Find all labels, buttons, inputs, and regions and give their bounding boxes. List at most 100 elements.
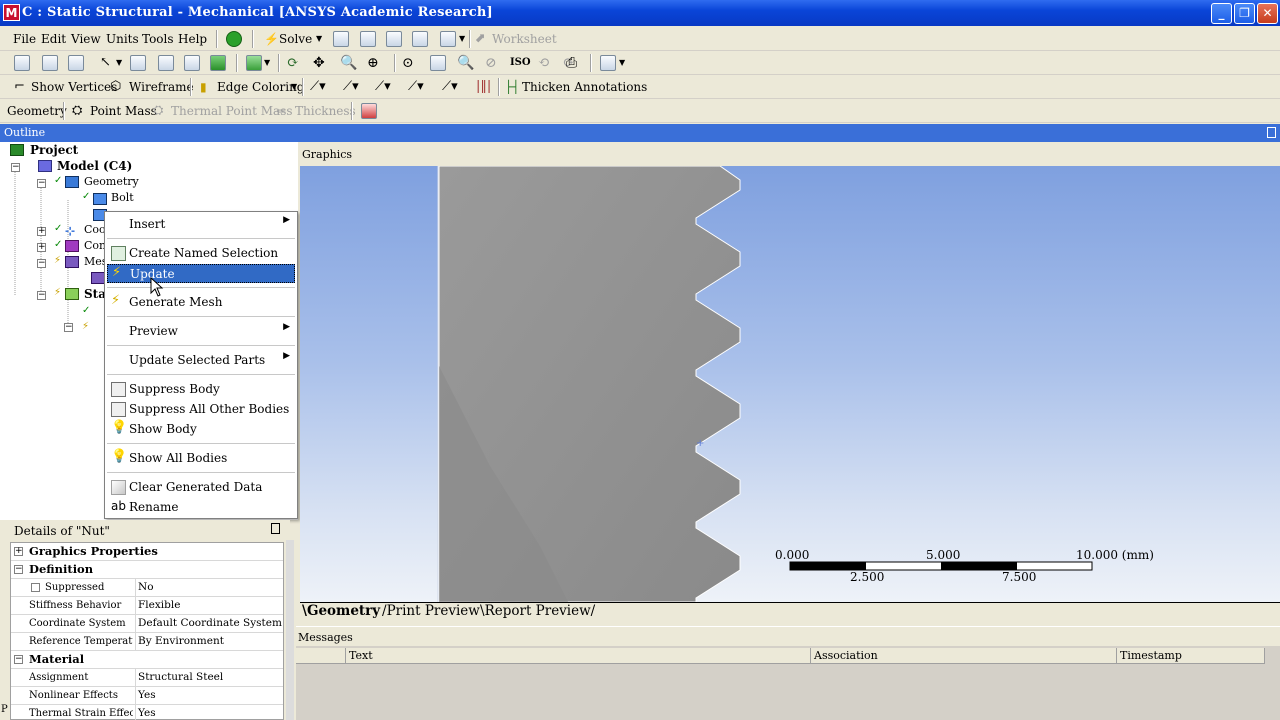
collapse-model-icon[interactable]: − bbox=[11, 163, 20, 172]
tree-project[interactable]: Project bbox=[30, 142, 78, 158]
pan-icon[interactable]: ✥ bbox=[313, 55, 325, 71]
suppressed-checkbox[interactable] bbox=[31, 583, 40, 592]
column-association[interactable]: Association bbox=[811, 648, 1117, 664]
image-icon[interactable] bbox=[440, 31, 456, 47]
solve-dropdown-icon[interactable]: ▼ bbox=[316, 31, 322, 47]
wireframe-button[interactable]: Wireframe bbox=[129, 79, 194, 95]
pointer-dropdown-icon[interactable]: ▼ bbox=[116, 55, 122, 71]
menu-item-clear-generated-data[interactable]: Clear Generated Data bbox=[107, 478, 295, 497]
menu-item-show-body[interactable]: 💡 Show Body bbox=[107, 420, 295, 439]
minimize-button[interactable]: _ bbox=[1211, 3, 1232, 24]
thickness-button[interactable]: Thickness bbox=[295, 103, 356, 119]
tree-static-structural[interactable]: Sta bbox=[84, 286, 106, 302]
tree-connections[interactable]: Con bbox=[84, 238, 106, 254]
collapse-mesh-icon[interactable]: − bbox=[37, 259, 46, 268]
details-row-nonlinear[interactable]: Nonlinear Effects Yes bbox=[11, 687, 283, 705]
menu-item-create-named-selection[interactable]: Create Named Selection bbox=[107, 244, 295, 263]
chart-icon[interactable] bbox=[386, 31, 402, 47]
cube-icon[interactable] bbox=[246, 55, 262, 71]
vertex-select-icon[interactable] bbox=[130, 55, 146, 71]
probe-icon[interactable] bbox=[333, 31, 349, 47]
zoom-to-fit-icon[interactable]: ⊙ bbox=[402, 55, 414, 71]
menu-item-insert[interactable]: Insert ▶ bbox=[107, 215, 295, 234]
select-extend-icon[interactable] bbox=[42, 55, 58, 71]
details-row-coordinate-system[interactable]: Coordinate System Default Coordinate Sys… bbox=[11, 615, 283, 633]
edge-style-4-icon[interactable]: ⟋▾ bbox=[408, 79, 424, 95]
thicken-annotations-button[interactable]: Thicken Annotations bbox=[522, 79, 647, 95]
solve-button[interactable]: Solve bbox=[279, 31, 312, 47]
menu-units[interactable]: Units bbox=[106, 31, 139, 47]
menu-edit[interactable]: Edit bbox=[41, 31, 66, 47]
tree-geometry[interactable]: Geometry bbox=[84, 174, 139, 190]
collapse-geometry-icon[interactable]: − bbox=[37, 179, 46, 188]
details-row-suppressed[interactable]: Suppressed No bbox=[11, 579, 283, 597]
menu-file[interactable]: File bbox=[13, 31, 36, 47]
menu-help[interactable]: Help bbox=[178, 31, 207, 47]
tab-geometry[interactable]: \Geometry bbox=[302, 603, 380, 621]
edge-coloring-dropdown-icon[interactable]: ▼ bbox=[291, 79, 297, 95]
body-select-icon[interactable] bbox=[210, 55, 226, 71]
menu-view[interactable]: View bbox=[71, 31, 101, 47]
menu-item-show-all-bodies[interactable]: 💡 Show All Bodies bbox=[107, 449, 295, 468]
collapse-icon[interactable]: − bbox=[14, 655, 23, 664]
details-row-assignment[interactable]: Assignment Structural Steel bbox=[11, 669, 283, 687]
iso-icon[interactable]: ISO bbox=[510, 55, 531, 71]
zoom-icon[interactable]: 🔍 bbox=[340, 55, 357, 71]
expand-icon[interactable]: + bbox=[14, 547, 23, 556]
expand-connections-icon[interactable]: + bbox=[37, 243, 46, 252]
menu-item-generate-mesh[interactable]: ⚡ Generate Mesh bbox=[107, 293, 295, 312]
menu-item-suppress-all-other-bodies[interactable]: Suppress All Other Bodies bbox=[107, 400, 295, 419]
collapse-solution-icon[interactable]: − bbox=[64, 323, 73, 332]
details-row-reference-temperature[interactable]: Reference Temperature By Environment bbox=[11, 633, 283, 651]
close-button[interactable]: ✕ bbox=[1257, 3, 1278, 24]
viewport-layout-icon[interactable] bbox=[600, 55, 616, 71]
viewport-dropdown-icon[interactable]: ▼ bbox=[619, 55, 625, 71]
zoom-box-icon[interactable] bbox=[430, 55, 446, 71]
collapse-static-structural-icon[interactable]: − bbox=[37, 291, 46, 300]
edge-style-3-icon[interactable]: ⟋▾ bbox=[375, 79, 391, 95]
tree-bolt[interactable]: Bolt bbox=[111, 190, 134, 206]
details-category-graphics[interactable]: + Graphics Properties bbox=[11, 543, 283, 561]
select-adjacent-icon[interactable] bbox=[68, 55, 84, 71]
edge-style-1-icon[interactable]: ⟋▾ bbox=[310, 79, 326, 95]
face-select-icon[interactable] bbox=[184, 55, 200, 71]
print-icon[interactable]: ⎙ bbox=[566, 55, 577, 71]
details-category-material[interactable]: − Material bbox=[11, 651, 283, 669]
column-timestamp[interactable]: Timestamp bbox=[1117, 648, 1265, 664]
edge-select-icon[interactable] bbox=[158, 55, 174, 71]
pointer-icon[interactable]: ↖ bbox=[100, 55, 111, 71]
label-abc-icon[interactable] bbox=[360, 31, 376, 47]
restore-button[interactable]: ❐ bbox=[1234, 3, 1255, 24]
menu-item-update[interactable]: ⚡ Update bbox=[107, 264, 295, 283]
select-mode-icon[interactable] bbox=[14, 55, 30, 71]
collapse-icon[interactable]: − bbox=[14, 565, 23, 574]
menu-tools[interactable]: Tools bbox=[142, 31, 174, 47]
cube-dropdown-icon[interactable]: ▼ bbox=[264, 55, 270, 71]
column-text[interactable]: Text bbox=[346, 648, 811, 664]
details-row-thermal-strain[interactable]: Thermal Strain Effects Yes bbox=[11, 705, 283, 720]
magnifier-icon[interactable]: 🔍 bbox=[457, 55, 474, 71]
text-annotation-icon[interactable] bbox=[412, 31, 428, 47]
pin-icon[interactable] bbox=[1267, 127, 1276, 138]
model-geometry[interactable]: + bbox=[300, 166, 1280, 602]
tree-model[interactable]: Model (C4) bbox=[57, 158, 132, 174]
edge-style-2-icon[interactable]: ⟋▾ bbox=[343, 79, 359, 95]
annotation-size-icon[interactable]: |‖| bbox=[476, 79, 491, 95]
menu-item-suppress-body[interactable]: Suppress Body bbox=[107, 380, 295, 399]
pin-icon[interactable] bbox=[271, 523, 280, 534]
menu-item-preview[interactable]: Preview ▶ bbox=[107, 322, 295, 341]
point-mass-button[interactable]: Point Mass bbox=[90, 103, 157, 119]
check-icon[interactable] bbox=[226, 31, 242, 47]
edge-style-5-icon[interactable]: ⟋▾ bbox=[442, 79, 458, 95]
details-scrollbar[interactable] bbox=[286, 540, 294, 720]
tab-report-preview[interactable]: \Report Preview/ bbox=[480, 603, 595, 621]
app-icon[interactable]: M bbox=[3, 4, 20, 21]
menu-item-rename[interactable]: ab Rename bbox=[107, 498, 295, 517]
show-vertices-button[interactable]: Show Vertices bbox=[31, 79, 117, 95]
worksheet-button[interactable]: Worksheet bbox=[492, 31, 557, 47]
graphics-viewport[interactable]: + 0.000 2.500 5.000 7.500 10.000 (mm) bbox=[300, 166, 1280, 602]
details-row-stiffness[interactable]: Stiffness Behavior Flexible bbox=[11, 597, 283, 615]
layered-section-icon[interactable] bbox=[361, 103, 377, 119]
tree-coordinate-systems[interactable]: Coo bbox=[84, 222, 106, 238]
tab-print-preview[interactable]: /Print Preview bbox=[382, 603, 480, 621]
